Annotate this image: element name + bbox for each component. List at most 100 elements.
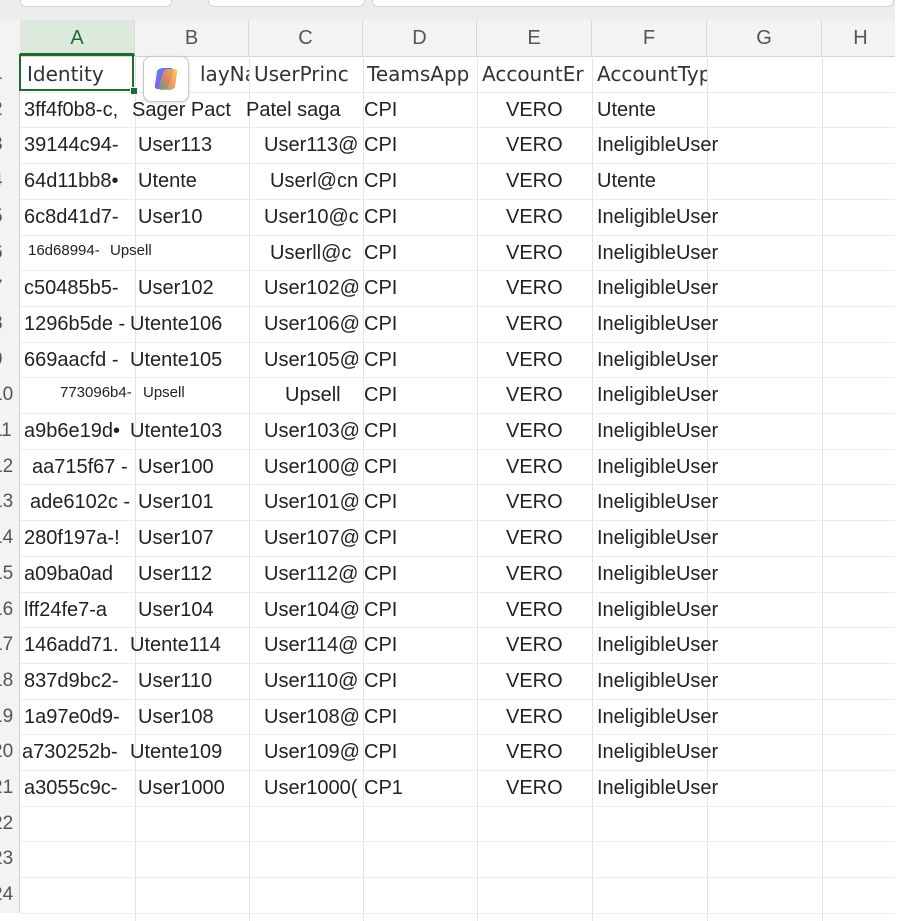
grid-cell[interactable]: User110 <box>138 670 250 693</box>
grid-cell[interactable]: IneligibleUser <box>597 670 757 693</box>
row-header[interactable]: 11 <box>0 413 20 449</box>
grid-cell[interactable]: VERO <box>506 384 586 407</box>
grid-cell[interactable]: 669aacfd - <box>24 349 136 372</box>
grid-cell[interactable]: ade6102c - <box>30 491 142 514</box>
grid-cell[interactable]: User107@ <box>264 527 364 550</box>
column-header-h[interactable]: H <box>822 20 900 56</box>
grid-cell[interactable]: User106@ <box>264 313 364 336</box>
column-header-c[interactable]: C <box>249 20 363 56</box>
grid-cell[interactable]: CPI <box>364 491 410 514</box>
grid-cell[interactable]: VERO <box>506 134 586 157</box>
grid-cell[interactable]: CPI <box>364 527 410 550</box>
grid-cell[interactable]: CPI <box>364 384 410 407</box>
grid-cell[interactable]: VERO <box>506 491 586 514</box>
column-header-b[interactable]: B <box>135 20 249 56</box>
grid-cell[interactable]: VERO <box>506 563 586 586</box>
row-header[interactable]: 17 <box>0 627 20 663</box>
row-header[interactable]: 1 <box>0 56 20 92</box>
grid-cell[interactable]: IneligibleUser <box>597 706 757 729</box>
grid-cell[interactable]: User10@c <box>264 206 364 229</box>
tab-stub[interactable] <box>208 0 365 7</box>
grid-cell[interactable]: User1000 <box>138 777 250 800</box>
grid-cell[interactable]: IneligibleUser <box>597 313 757 336</box>
grid-cell[interactable]: User113@ <box>264 134 364 157</box>
grid-cell[interactable]: a09ba0ad <box>24 563 136 586</box>
grid-cell[interactable]: CPI <box>364 99 410 122</box>
copilot-button[interactable] <box>143 56 189 102</box>
grid-cell[interactable]: VERO <box>506 599 586 622</box>
grid-cell[interactable]: IneligibleUser <box>597 491 757 514</box>
grid-cell[interactable]: VERO <box>506 420 586 443</box>
grid-cell[interactable]: IneligibleUser <box>597 741 757 764</box>
tab-stub[interactable] <box>20 0 172 7</box>
grid-cell[interactable]: 837d9bc2- <box>24 670 136 693</box>
grid-cell[interactable]: IneligibleUser <box>597 456 757 479</box>
grid-cell[interactable]: CPI <box>364 170 410 193</box>
grid-cell[interactable]: CPI <box>364 563 410 586</box>
row-header[interactable]: 14 <box>0 520 20 556</box>
grid-cell[interactable]: VERO <box>506 277 586 300</box>
fill-handle[interactable] <box>130 87 138 95</box>
grid-cell[interactable]: a3055c9c- <box>24 777 136 800</box>
grid-cell[interactable]: CPI <box>364 706 410 729</box>
grid-cell[interactable]: IneligibleUser <box>597 242 757 265</box>
row-header[interactable]: 12 <box>0 449 20 485</box>
grid-cell[interactable]: User112 <box>138 563 250 586</box>
grid-cell[interactable]: aa715f67 - <box>32 456 144 479</box>
grid-cell[interactable]: 146add71. <box>24 634 136 657</box>
grid-cell[interactable]: VERO <box>506 242 586 265</box>
row-header[interactable]: 19 <box>0 699 20 735</box>
grid-cell[interactable]: CP1 <box>364 777 410 800</box>
row-header[interactable]: 6 <box>0 235 20 271</box>
grid-cell[interactable]: CPI <box>364 670 410 693</box>
grid-cell[interactable]: IneligibleUser <box>597 599 757 622</box>
grid-cell[interactable]: IneligibleUser <box>597 563 757 586</box>
grid-cell[interactable]: IneligibleUser <box>597 206 757 229</box>
grid-cell[interactable]: Userll@c <box>270 242 370 265</box>
row-header[interactable]: 9 <box>0 342 20 378</box>
column-header-d[interactable]: D <box>363 20 477 56</box>
grid-cell[interactable]: IneligibleUser <box>597 277 757 300</box>
grid-cell[interactable]: User109@ <box>264 741 364 764</box>
grid-cell[interactable]: a730252b- <box>22 741 134 764</box>
grid-cell[interactable]: User102@ <box>264 277 364 300</box>
row-header[interactable]: 4 <box>0 163 20 199</box>
grid-cell[interactable]: User102 <box>138 277 250 300</box>
grid-cell[interactable]: c50485b5- <box>24 277 136 300</box>
grid-cell[interactable]: Utente103 <box>130 420 242 443</box>
grid-cell[interactable]: a9b6e19d• <box>24 420 136 443</box>
grid-cell[interactable]: User108 <box>138 706 250 729</box>
grid-cell[interactable]: Utente106 <box>130 313 242 336</box>
grid-cell[interactable]: 64d11bb8• <box>24 170 136 193</box>
row-header[interactable]: 15 <box>0 556 20 592</box>
grid-cell[interactable]: User112@ <box>264 563 364 586</box>
row-header[interactable]: 5 <box>0 199 20 235</box>
grid-cell[interactable]: Upsell <box>110 242 222 259</box>
grid-cell[interactable]: User104 <box>138 599 250 622</box>
grid-cell[interactable]: VERO <box>506 99 586 122</box>
grid-cell[interactable]: VERO <box>506 777 586 800</box>
grid-cell[interactable]: IneligibleUser <box>597 420 757 443</box>
grid-cell[interactable]: 1a97e0d9- <box>24 706 136 729</box>
grid-cell[interactable]: VERO <box>506 527 586 550</box>
grid-cell[interactable]: VERO <box>506 456 586 479</box>
grid-cell[interactable]: IneligibleUser <box>597 384 757 407</box>
grid-cell[interactable]: IneligibleUser <box>597 527 757 550</box>
tab-stub[interactable] <box>372 0 894 7</box>
grid-cell[interactable]: VERO <box>506 634 586 657</box>
grid-cell[interactable]: IneligibleUser <box>597 349 757 372</box>
row-header[interactable]: 16 <box>0 592 20 628</box>
header-cell[interactable]: AccountType <box>597 62 707 86</box>
grid-cell[interactable]: User101 <box>138 491 250 514</box>
grid-cell[interactable]: Utente <box>597 99 757 122</box>
row-header[interactable]: 18 <box>0 663 20 699</box>
row-header[interactable]: 10 <box>0 377 20 413</box>
grid-cell[interactable]: CPI <box>364 206 410 229</box>
column-header-a[interactable]: A <box>20 20 135 56</box>
grid-cell[interactable]: User114@ <box>264 634 364 657</box>
header-cell[interactable]: AccountEr <box>482 62 592 86</box>
grid-cell[interactable]: Upsell <box>143 384 255 401</box>
grid-cell[interactable]: User107 <box>138 527 250 550</box>
grid-cell[interactable]: CPI <box>364 277 410 300</box>
header-cell[interactable]: layNa <box>200 62 249 86</box>
